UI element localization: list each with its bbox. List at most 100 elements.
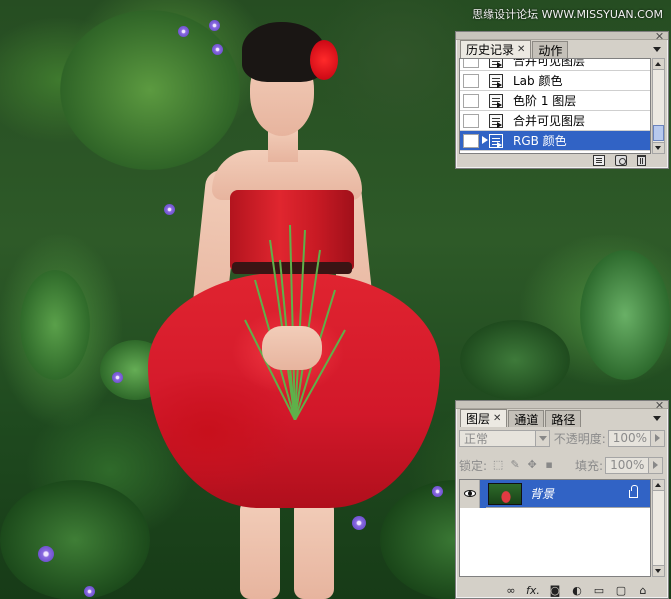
layers-scrollbar[interactable] bbox=[652, 479, 665, 577]
tab-close-icon[interactable]: ✕ bbox=[493, 413, 501, 424]
history-source-checkbox[interactable] bbox=[463, 59, 479, 68]
tab-label: 动作 bbox=[538, 43, 563, 58]
tab-paths[interactable]: 路径 bbox=[545, 410, 582, 427]
hair-flower bbox=[310, 40, 338, 80]
layer-link-column[interactable] bbox=[480, 480, 486, 508]
tab-label: 路径 bbox=[551, 412, 576, 427]
delete-layer-icon[interactable]: ⌂ bbox=[636, 584, 650, 597]
layers-panel: 图层 ✕ 通道 路径 正常 不透明度: 100% 锁定: ⬚ ✎ ✥ ▪ 填充:… bbox=[455, 400, 669, 599]
scroll-down-icon[interactable] bbox=[653, 565, 664, 576]
history-state[interactable]: 合并可见图层 bbox=[460, 111, 650, 131]
history-source-checkbox[interactable] bbox=[463, 133, 479, 148]
close-icon[interactable] bbox=[655, 32, 664, 40]
layer-visibility-toggle[interactable] bbox=[460, 480, 480, 508]
foliage bbox=[20, 270, 90, 380]
foliage bbox=[0, 480, 150, 599]
layers-tabs: 图层 ✕ 通道 路径 bbox=[456, 409, 668, 427]
tab-history[interactable]: 历史记录 ✕ bbox=[460, 40, 532, 58]
history-state-icon bbox=[489, 93, 503, 108]
foliage bbox=[60, 10, 240, 170]
history-state-label: 色阶 1 图层 bbox=[513, 94, 577, 108]
opacity-field[interactable]: 100% bbox=[607, 429, 665, 447]
tab-close-icon[interactable]: ✕ bbox=[517, 44, 525, 55]
morning-glory-flower bbox=[164, 204, 175, 215]
layer-row-background[interactable]: 背景 bbox=[460, 480, 650, 508]
new-snapshot-icon[interactable] bbox=[615, 154, 627, 166]
lock-position-icon[interactable]: ✥ bbox=[526, 459, 538, 471]
opacity-value: 100% bbox=[612, 431, 648, 445]
lock-image-pixels-icon[interactable]: ✎ bbox=[509, 459, 521, 471]
panel-titlebar[interactable] bbox=[456, 401, 668, 409]
delete-state-icon[interactable] bbox=[637, 154, 646, 166]
history-state-icon bbox=[489, 59, 503, 68]
new-group-icon[interactable]: ▭ bbox=[592, 584, 606, 597]
close-icon[interactable] bbox=[655, 401, 664, 409]
scroll-up-icon[interactable] bbox=[653, 480, 664, 491]
lock-transparent-pixels-icon[interactable]: ⬚ bbox=[492, 459, 504, 471]
history-current-marker-icon bbox=[482, 136, 488, 144]
morning-glory-flower bbox=[112, 372, 123, 383]
tab-layers[interactable]: 图层 ✕ bbox=[460, 409, 508, 427]
lock-label: 锁定: bbox=[459, 458, 488, 473]
history-state-label: 合并可见图层 bbox=[513, 114, 586, 128]
layer-name: 背景 bbox=[530, 487, 555, 501]
history-source-checkbox[interactable] bbox=[463, 93, 479, 108]
history-state-icon bbox=[489, 73, 503, 88]
history-state-selected[interactable]: RGB 颜色 bbox=[460, 131, 650, 151]
history-state-label: Lab 颜色 bbox=[513, 74, 563, 88]
foliage bbox=[580, 250, 670, 380]
grass-bouquet bbox=[244, 224, 346, 420]
adjustment-layer-icon[interactable]: ◐ bbox=[570, 584, 584, 597]
history-state[interactable]: 合并可见图层 bbox=[460, 58, 650, 71]
morning-glory-flower bbox=[432, 486, 443, 497]
history-panel: 历史记录 ✕ 动作 合并可见图层 Lab 颜色 色阶 1 图层 合并可见图层 R… bbox=[455, 31, 669, 169]
layers-list: 背景 bbox=[459, 479, 651, 577]
foliage bbox=[460, 320, 570, 400]
history-state-label: 合并可见图层 bbox=[513, 58, 586, 68]
panel-menu-icon[interactable] bbox=[650, 43, 664, 55]
blend-mode-value: 正常 bbox=[464, 431, 489, 446]
new-layer-icon[interactable]: ▢ bbox=[614, 584, 628, 597]
new-document-from-state-icon[interactable] bbox=[593, 154, 605, 166]
blend-opacity-row: 正常 不透明度: 100% bbox=[459, 429, 665, 447]
panel-menu-icon[interactable] bbox=[650, 412, 664, 424]
morning-glory-flower bbox=[84, 586, 95, 597]
tab-label: 图层 bbox=[466, 412, 491, 426]
link-layers-icon[interactable]: ∞ bbox=[504, 584, 518, 597]
tab-channels[interactable]: 通道 bbox=[508, 410, 545, 427]
layer-mask-icon[interactable]: ◙ bbox=[548, 584, 562, 597]
scroll-thumb[interactable] bbox=[653, 125, 664, 141]
layers-footer: ∞ fx. ◙ ◐ ▭ ▢ ⌂ bbox=[456, 582, 668, 598]
opacity-label: 不透明度: bbox=[553, 431, 606, 446]
woman-leg-left bbox=[240, 500, 280, 599]
history-source-checkbox[interactable] bbox=[463, 113, 479, 128]
history-source-checkbox[interactable] bbox=[463, 73, 479, 88]
chevron-down-icon[interactable] bbox=[534, 430, 549, 446]
tab-actions[interactable]: 动作 bbox=[532, 41, 569, 58]
morning-glory-flower bbox=[352, 516, 366, 530]
scroll-up-icon[interactable] bbox=[653, 59, 664, 70]
lock-all-icon[interactable]: ▪ bbox=[543, 459, 555, 471]
slider-arrow-icon[interactable] bbox=[648, 457, 663, 473]
blend-mode-select[interactable]: 正常 bbox=[459, 429, 550, 447]
lock-fill-row: 锁定: ⬚ ✎ ✥ ▪ 填充: 100% bbox=[459, 456, 665, 474]
history-state[interactable]: 色阶 1 图层 bbox=[460, 91, 650, 111]
fx-icon[interactable]: fx. bbox=[526, 584, 540, 597]
eye-icon bbox=[463, 490, 476, 497]
tab-label: 历史记录 bbox=[466, 43, 515, 57]
morning-glory-flower bbox=[178, 26, 189, 37]
lock-icon bbox=[629, 484, 638, 498]
morning-glory-flower bbox=[212, 44, 223, 55]
history-state-icon bbox=[489, 133, 503, 148]
history-scrollbar[interactable] bbox=[652, 58, 665, 154]
morning-glory-flower bbox=[209, 20, 220, 31]
history-state[interactable]: Lab 颜色 bbox=[460, 71, 650, 91]
fill-value: 100% bbox=[610, 458, 645, 472]
fill-label: 填充: bbox=[575, 458, 604, 473]
watermark: 思缘设计论坛 WWW.MISSYUAN.COM bbox=[472, 8, 663, 21]
slider-arrow-icon[interactable] bbox=[650, 430, 664, 446]
fill-field[interactable]: 100% bbox=[605, 456, 664, 474]
history-list: 合并可见图层 Lab 颜色 色阶 1 图层 合并可见图层 RGB 颜色 bbox=[459, 58, 651, 154]
layer-thumbnail bbox=[488, 482, 522, 505]
panel-titlebar[interactable] bbox=[456, 32, 668, 40]
